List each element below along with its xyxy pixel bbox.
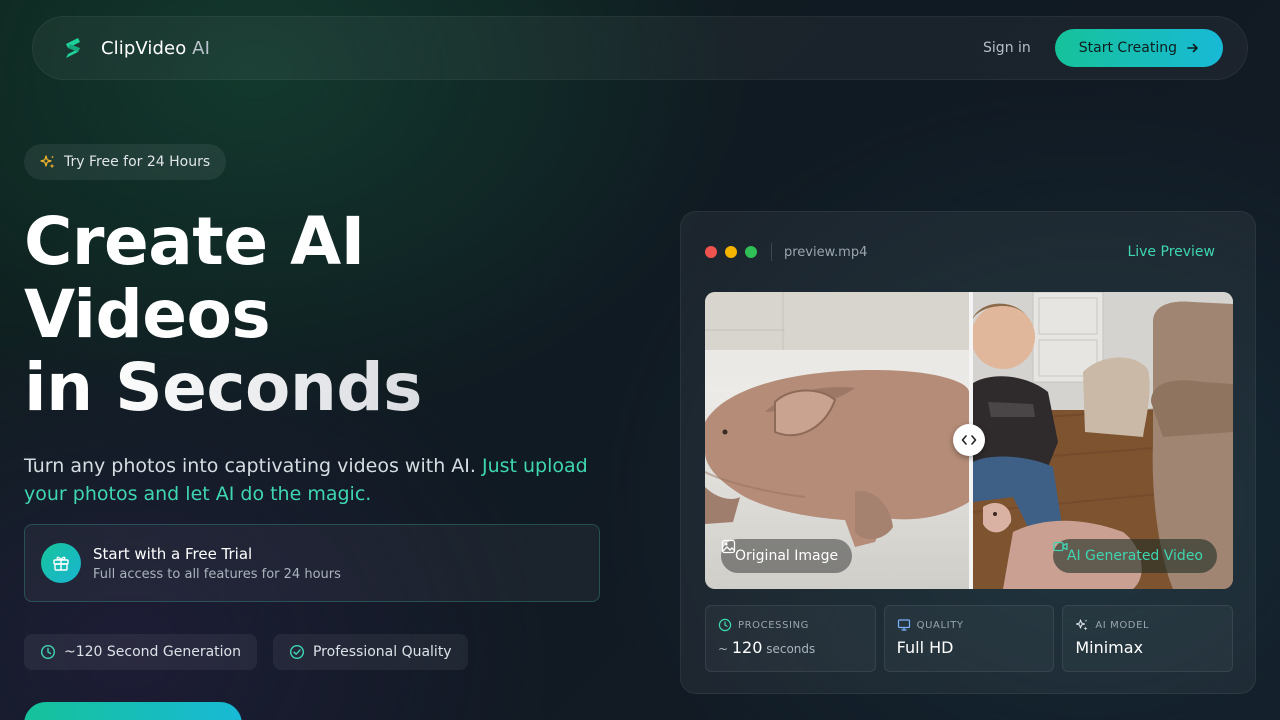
stat-value: Minimax [1075,638,1144,657]
brand[interactable]: ClipVideo AI [63,36,210,60]
preview-filename: preview.mp4 [784,244,868,260]
original-image-tag: Original Image [721,539,853,573]
gift-icon [53,556,69,571]
arrow-right-icon [1187,43,1198,53]
clock-icon [40,644,56,660]
trial-text: Start with a Free Trial Full access to a… [93,545,341,582]
hero-subtitle: Turn any photos into captivating videos … [24,452,604,508]
minimize-dot-icon [725,246,737,258]
stat-label: AI MODEL [1075,618,1220,632]
stat-processing: PROCESSING ~ 120 seconds [705,605,876,672]
maximize-dot-icon [745,246,757,258]
chip-quality: Professional Quality [272,634,468,670]
sparkles-icon [40,155,55,169]
monitor-icon [897,619,910,631]
sparkles-icon [1076,619,1088,631]
start-creating-label: Start Creating [1078,40,1177,56]
trial-subtitle: Full access to all features for 24 hours [93,566,341,582]
window-controls: preview.mp4 [705,243,867,261]
hero-title: Create AI Videos in Seconds [24,205,584,424]
close-dot-icon [705,246,717,258]
trial-title: Start with a Free Trial [93,544,253,563]
original-image: Original Image [705,292,969,589]
sign-in-link[interactable]: Sign in [983,40,1031,56]
chip-label: Professional Quality [312,644,452,660]
brand-name: ClipVideo AI [101,37,210,59]
chevrons-left-right-icon [961,435,977,445]
comparison-slider-handle[interactable] [953,424,985,456]
ai-generated-tag: AI Generated Video [1052,539,1217,573]
before-after-comparison[interactable]: Original Image AI Generated Video [705,292,1233,589]
hero-title-line-2: Videos [24,276,271,353]
feature-chips: ~120 Second Generation Professional Qual… [24,634,468,670]
subtitle-text: Turn any photos into captivating videos … [24,455,482,477]
top-nav: ClipVideo AI Sign in Start Creating [32,16,1248,80]
hero-title-line-1: Create AI [24,203,365,280]
free-trial-card[interactable]: Start with a Free Trial Full access to a… [24,524,600,602]
badge-label: Try Free for 24 Hours [64,154,211,170]
chip-generation-time: ~120 Second Generation [24,634,257,670]
live-preview-label: Live Preview [1127,244,1215,260]
stat-value: Full HD [896,638,954,657]
preview-header: preview.mp4 Live Preview [705,240,1215,264]
preview-stats: PROCESSING ~ 120 seconds QUALITY Full HD [705,605,1234,672]
ai-generated-frame: AI Generated Video [973,292,1233,589]
image-icon [721,539,736,554]
primary-cta-button[interactable] [24,702,242,720]
video-camera-icon [1053,541,1068,552]
stat-value: ~ 120 seconds [718,638,816,657]
logo-icon [66,38,80,58]
clock-icon [718,618,732,632]
header-separator [771,243,772,261]
gift-icon-circle [41,543,81,583]
stat-label: QUALITY [897,618,1042,632]
stat-label: PROCESSING [718,618,863,632]
free-trial-badge: Try Free for 24 Hours [24,144,227,180]
chip-label: ~120 Second Generation [64,644,241,660]
start-creating-button[interactable]: Start Creating [1054,29,1223,67]
hero-title-line-3: in Seconds [24,351,584,424]
stat-ai-model: AI MODEL Minimax [1062,605,1234,672]
stat-quality: QUALITY Full HD [883,605,1055,672]
preview-panel: preview.mp4 Live Preview Original Image … [680,211,1256,694]
check-circle-icon [289,644,304,660]
nav-actions: Sign in Start Creating [983,29,1223,67]
